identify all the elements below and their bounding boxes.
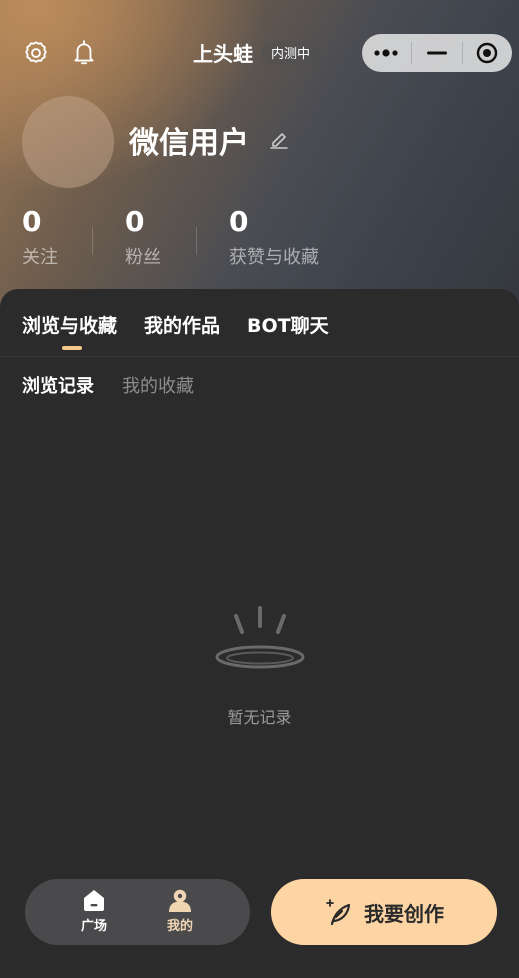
stat-value: 0 [125, 205, 145, 238]
bell-icon[interactable] [68, 37, 100, 69]
stat-label: 粉丝 [125, 247, 161, 268]
sub-tabs: 浏览记录 我的收藏 [22, 372, 194, 398]
subtab-browse-history[interactable]: 浏览记录 [22, 372, 94, 398]
close-target-icon [477, 42, 498, 64]
subtab-my-favorites[interactable]: 我的收藏 [122, 372, 194, 398]
home-icon [84, 890, 104, 911]
create-button-label: 我要创作 [364, 901, 444, 926]
avatar[interactable] [22, 96, 114, 188]
tab-divider [0, 356, 519, 357]
miniprogram-capsule [362, 34, 512, 72]
create-button[interactable]: 我要创作 [271, 879, 497, 945]
minimize-button[interactable] [412, 34, 461, 72]
app-title: 上头蛙 [193, 42, 253, 66]
close-miniprogram-button[interactable] [463, 34, 512, 72]
stat-following[interactable]: 0 关注 [22, 205, 58, 269]
edit-icon[interactable] [268, 128, 290, 150]
nav-item-mine[interactable]: 我的 [150, 887, 210, 934]
feather-sparkle-icon [326, 899, 351, 926]
stat-divider [196, 227, 197, 255]
gear-icon[interactable] [20, 37, 52, 69]
top-bar: 上头蛙 内测中 [0, 30, 519, 76]
main-tabs: 浏览与收藏 我的作品 BOT聊天 [22, 311, 329, 350]
nav-label: 广场 [80, 919, 107, 934]
tab-label: 我的作品 [144, 315, 221, 337]
beta-badge: 内测中 [261, 41, 321, 64]
nav-item-plaza[interactable]: 广场 [64, 887, 124, 934]
stat-label: 关注 [22, 247, 58, 268]
tab-browse-favorites[interactable]: 浏览与收藏 [22, 311, 117, 350]
stat-label: 获赞与收藏 [229, 247, 319, 268]
user-icon [169, 889, 191, 912]
tab-active-indicator [62, 346, 82, 350]
bottom-nav: 广场 我的 [25, 879, 250, 945]
title-group: 上头蛙 内测中 [193, 38, 321, 67]
nav-label: 我的 [166, 919, 193, 934]
stat-followers[interactable]: 0 粉丝 [125, 205, 161, 269]
minimize-icon [426, 51, 447, 55]
more-icon [374, 49, 398, 57]
stats-row: 0 关注 0 粉丝 0 获赞与收藏 [0, 205, 519, 275]
stat-value: 0 [22, 205, 42, 238]
empty-hole-icon [215, 606, 304, 669]
more-button[interactable] [362, 34, 411, 72]
stat-value: 0 [229, 205, 249, 238]
username: 微信用户 [129, 126, 249, 161]
stat-divider [92, 227, 93, 255]
stat-likes-favorites[interactable]: 0 获赞与收藏 [229, 205, 319, 269]
tab-my-works[interactable]: 我的作品 [144, 311, 220, 350]
empty-state: 暂无记录 [0, 604, 519, 728]
tab-bot-chat[interactable]: BOT聊天 [247, 311, 329, 350]
empty-state-text: 暂无记录 [227, 708, 292, 727]
tab-label: 浏览与收藏 [22, 315, 118, 337]
content-panel: 浏览与收藏 我的作品 BOT聊天 浏览记录 我的收藏 暂无记录 [0, 289, 519, 978]
tab-label: BOT聊天 [247, 315, 329, 337]
